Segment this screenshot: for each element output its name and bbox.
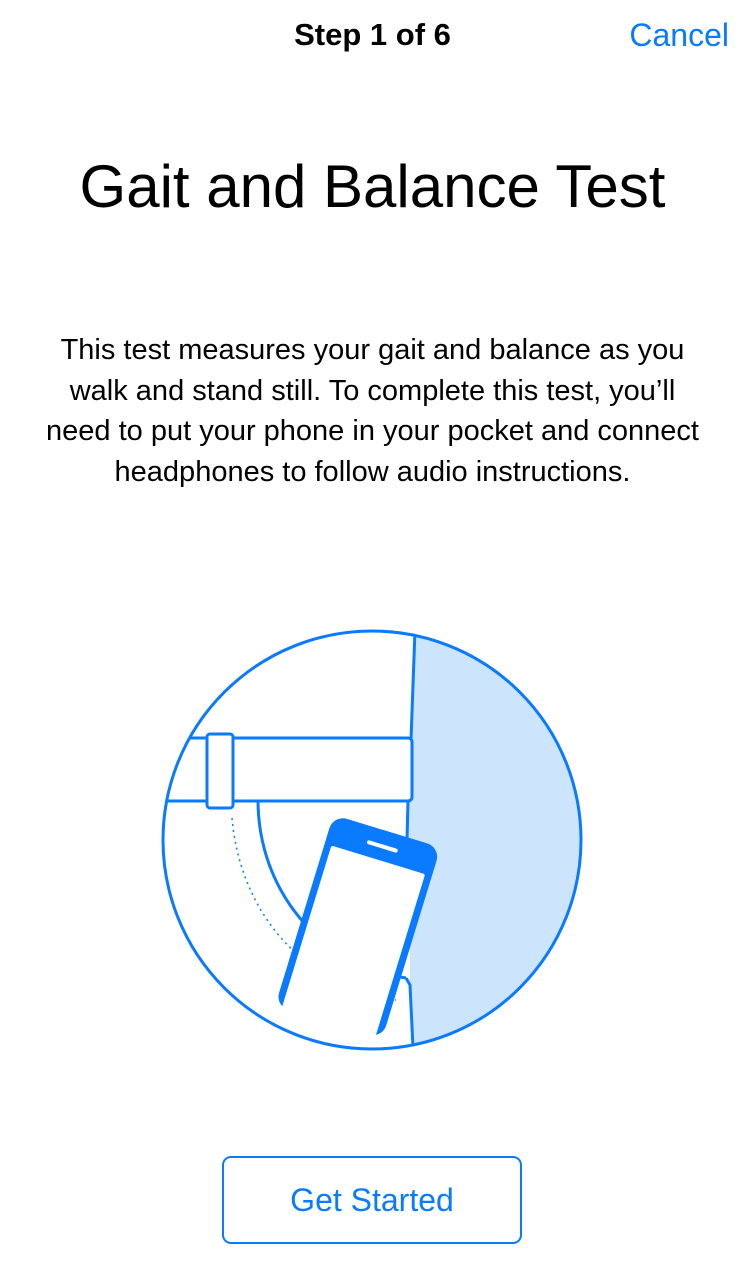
phone-in-pocket-icon [161, 629, 583, 1051]
navigation-bar: Step 1 of 6 Cancel [0, 0, 745, 72]
page-title: Gait and Balance Test [79, 153, 666, 220]
get-started-button[interactable]: Get Started [222, 1156, 522, 1244]
cancel-button[interactable]: Cancel [629, 16, 729, 54]
instructions-text: This test measures your gait and balance… [46, 334, 699, 488]
